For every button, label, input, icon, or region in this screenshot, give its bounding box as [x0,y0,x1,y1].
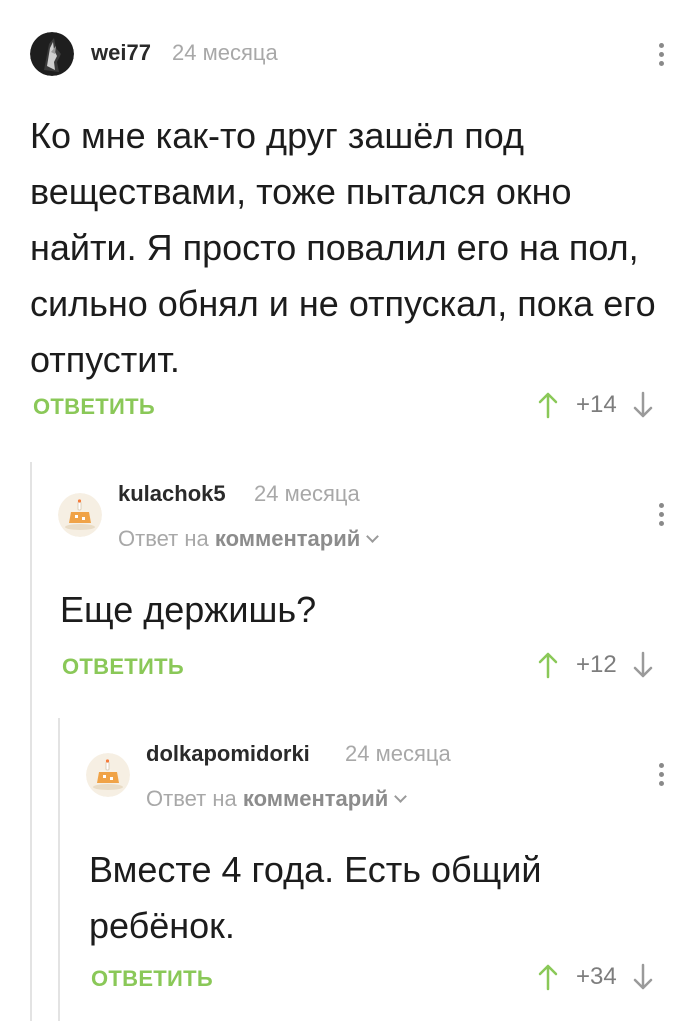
avatar[interactable] [30,32,74,76]
reply-to-prefix: Ответ на [118,526,209,551]
comment-text: Вместе 4 года. Есть общий ребёнок. [89,849,542,946]
reply-to-comment-link[interactable]: комментарий [243,786,388,811]
default-cake-avatar-icon [58,493,102,537]
rating-score: +14 [576,391,617,418]
thread-line-level-2 [58,718,60,1021]
rating-score: +12 [576,651,617,678]
username[interactable]: dolkapomidorki [146,741,310,767]
reply-button[interactable]: ОТВЕТИТЬ [62,654,184,680]
avatar[interactable] [86,753,130,797]
upvote-icon[interactable] [538,391,558,419]
downvote-icon[interactable] [633,391,653,419]
reply-to-link[interactable]: Ответ на комментарий [146,786,408,812]
reply-to-prefix: Ответ на [146,786,237,811]
username[interactable]: kulachok5 [118,481,226,507]
vote-controls: +34 [538,962,653,992]
more-options-icon[interactable] [650,497,674,533]
upvote-icon[interactable] [538,651,558,679]
dark-avatar-icon [30,32,74,76]
chevron-down-icon[interactable] [394,790,408,803]
comment-time: 24 месяца [172,40,278,65]
upvote-icon[interactable] [538,963,558,991]
reply-button[interactable]: ОТВЕТИТЬ [91,966,213,992]
vote-controls: +12 [538,650,653,680]
thread-line-level-1 [30,462,32,1021]
downvote-icon[interactable] [633,651,653,679]
reply-to-link[interactable]: Ответ на комментарий [118,526,380,552]
downvote-icon[interactable] [633,963,653,991]
more-options-icon[interactable] [650,37,674,73]
username[interactable]: wei77 [91,40,151,66]
vote-controls: +14 [538,390,653,420]
reply-button[interactable]: ОТВЕТИТЬ [33,394,155,420]
chevron-down-icon[interactable] [366,530,380,543]
comment-text: Ко мне как-то друг зашёл под веществами,… [30,115,656,380]
rating-score: +34 [576,963,617,990]
reply-to-comment-link[interactable]: комментарий [215,526,360,551]
comment-time: 24 месяца [345,741,451,766]
more-options-icon[interactable] [650,757,674,793]
comment-time: 24 месяца [254,481,360,506]
comment-text: Еще держишь? [60,589,317,630]
avatar[interactable] [58,493,102,537]
default-cake-avatar-icon [86,753,130,797]
